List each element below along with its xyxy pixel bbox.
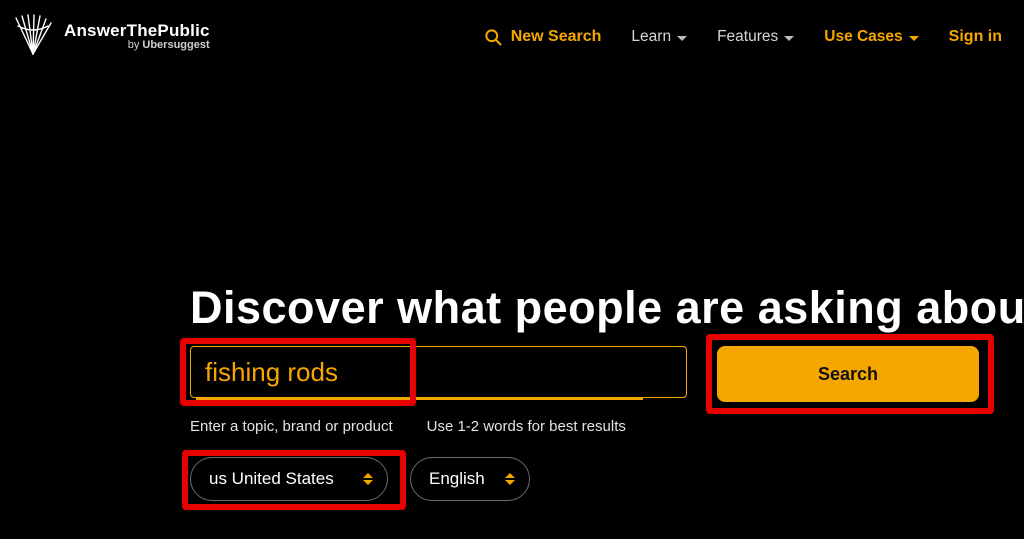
search-button-wrap: Search: [717, 346, 979, 402]
hero: Discover what people are asking about… S…: [190, 282, 1024, 501]
search-input-wrap: [190, 346, 687, 398]
top-nav: New Search Learn Features Use Cases Sign…: [483, 27, 1002, 47]
sort-icon: [505, 473, 515, 485]
hero-headline: Discover what people are asking about…: [190, 282, 1024, 334]
sort-icon: [363, 473, 373, 485]
logo-text: AnswerThePublic by Ubersuggest: [64, 22, 210, 51]
language-select-label: English: [429, 469, 485, 489]
nav-learn-label: Learn: [631, 28, 671, 46]
logo-title: AnswerThePublic: [64, 22, 210, 40]
chevron-down-icon: [677, 36, 687, 41]
chevron-down-icon: [909, 36, 919, 41]
country-select[interactable]: us United States: [190, 457, 388, 501]
search-icon: [483, 27, 503, 47]
hint-words: Use 1-2 words for best results: [427, 418, 626, 435]
filter-row: us United States English: [190, 457, 1024, 501]
logo[interactable]: AnswerThePublic by Ubersuggest: [10, 14, 210, 60]
nav-use-cases-label: Use Cases: [824, 28, 902, 46]
hint-topic: Enter a topic, brand or product: [190, 418, 393, 435]
logo-icon: [10, 14, 56, 60]
header: AnswerThePublic by Ubersuggest New Searc…: [0, 0, 1024, 62]
nav-learn[interactable]: Learn: [631, 28, 687, 46]
new-search-link[interactable]: New Search: [483, 27, 602, 47]
country-select-label: us United States: [209, 469, 334, 489]
logo-byline: by Ubersuggest: [64, 40, 210, 52]
new-search-label: New Search: [511, 28, 602, 46]
chevron-down-icon: [784, 36, 794, 41]
search-button[interactable]: Search: [717, 346, 979, 402]
language-select[interactable]: English: [410, 457, 530, 501]
sign-in-link[interactable]: Sign in: [949, 28, 1002, 46]
nav-use-cases[interactable]: Use Cases: [824, 28, 918, 46]
search-hints: Enter a topic, brand or product Use 1-2 …: [190, 418, 1024, 435]
nav-features[interactable]: Features: [717, 28, 794, 46]
search-input[interactable]: [190, 346, 687, 398]
input-underline: [196, 398, 643, 400]
nav-features-label: Features: [717, 28, 778, 46]
search-row: Search: [190, 346, 1024, 402]
